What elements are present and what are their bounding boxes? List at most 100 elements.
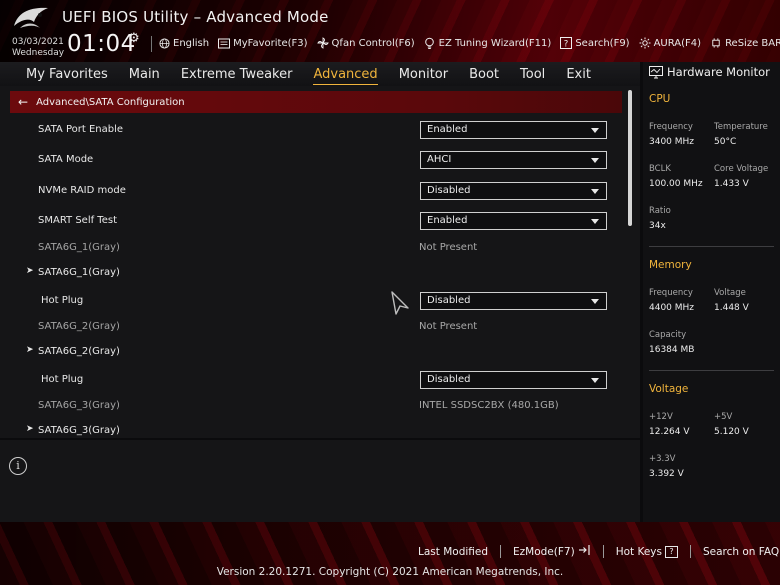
- back-arrow-icon[interactable]: ←: [18, 95, 28, 109]
- memory-frequency-label: Frequency: [649, 288, 693, 298]
- hot-plug-1-select[interactable]: Disabled: [420, 292, 607, 310]
- language-button[interactable]: English: [158, 37, 209, 49]
- clock-display[interactable]: 01:04: [67, 31, 136, 57]
- select-value: AHCI: [427, 154, 452, 165]
- footer-links: Last Modified EzMode(F7) Hot Keys ? Sear…: [418, 544, 779, 559]
- gear-icon[interactable]: ⚙: [128, 31, 140, 46]
- cpu-frequency-label: Frequency: [649, 122, 693, 132]
- search-faq-label: Search on FAQ: [702, 545, 780, 558]
- select-value: Enabled: [427, 124, 468, 135]
- resize-bar-button[interactable]: ReSize BAR: [710, 37, 780, 49]
- myfavorite-label: MyFavorite(F3): [233, 37, 308, 49]
- port-status: Not Present: [419, 242, 478, 253]
- chevron-down-icon: [591, 128, 599, 133]
- setting-row-hot-plug-1[interactable]: Hot Plug Disabled: [0, 291, 620, 313]
- hot-keys-button[interactable]: Hot Keys ?: [616, 545, 678, 558]
- scrollbar[interactable]: [628, 90, 632, 226]
- memory-heading: Memory: [649, 259, 692, 271]
- cpu-temperature-value: 50°C: [714, 137, 737, 147]
- memory-voltage-value: 1.448 V: [714, 303, 749, 313]
- setting-label: SMART Self Test: [38, 215, 117, 226]
- capacity-value: 16384 MB: [649, 345, 695, 355]
- memory-frequency-value: 4400 MHz: [649, 303, 695, 313]
- settings-panel: ← Advanced\SATA Configuration SATA Port …: [0, 86, 640, 438]
- bclk-label: BCLK: [649, 164, 671, 174]
- sata-port-enable-select[interactable]: Enabled: [420, 121, 607, 139]
- qfan-control-button[interactable]: Qfan Control(F6): [316, 37, 415, 49]
- aura-icon: [639, 37, 651, 49]
- breadcrumb-path: Advanced\SATA Configuration: [36, 96, 185, 108]
- v12-label: +12V: [649, 412, 673, 422]
- submenu-label: SATA6G_3(Gray): [38, 425, 120, 436]
- last-modified-label: Last Modified: [418, 545, 489, 558]
- ez-tuning-wizard-button[interactable]: EZ Tuning Wizard(F11): [424, 37, 551, 49]
- port-label: SATA6G_1(Gray): [38, 242, 120, 253]
- fan-icon: [316, 37, 329, 49]
- setting-row-nvme-raid-mode[interactable]: NVMe RAID mode Disabled: [0, 181, 620, 203]
- app-title: UEFI BIOS Utility – Advanced Mode: [62, 8, 329, 26]
- core-voltage-value: 1.433 V: [714, 179, 749, 189]
- search-faq-button[interactable]: Search on FAQ: [703, 546, 779, 558]
- submenu-label: SATA6G_2(Gray): [38, 346, 120, 357]
- v12-value: 12.264 V: [649, 427, 690, 437]
- divider: [649, 246, 774, 247]
- select-value: Disabled: [427, 374, 471, 385]
- chevron-right-icon: ➤: [26, 345, 34, 355]
- tab-extreme-tweaker[interactable]: Extreme Tweaker: [181, 67, 293, 82]
- setting-row-sata6g-3-info: SATA6G_3(Gray) INTEL SSDSC2BX (480.1GB): [0, 396, 620, 418]
- date-text: 03/03/2021: [12, 37, 64, 47]
- v5-label: +5V: [714, 412, 733, 422]
- chevron-down-icon: [591, 378, 599, 383]
- capacity-label: Capacity: [649, 330, 687, 340]
- cpu-heading: CPU: [649, 93, 671, 105]
- cpu-temperature-label: Temperature: [714, 122, 768, 132]
- select-value: Enabled: [427, 215, 468, 226]
- setting-row-sata6g-1-info: SATA6G_1(Gray) Not Present: [0, 238, 620, 260]
- tab-monitor[interactable]: Monitor: [399, 67, 448, 82]
- breadcrumb[interactable]: ← Advanced\SATA Configuration: [10, 91, 622, 113]
- tab-advanced[interactable]: Advanced: [313, 67, 378, 85]
- ratio-label: Ratio: [649, 206, 671, 216]
- help-info-panel: i: [0, 440, 640, 522]
- setting-row-hot-plug-2[interactable]: Hot Plug Disabled: [0, 370, 620, 392]
- select-value: Disabled: [427, 295, 471, 306]
- monitor-icon: [649, 65, 663, 78]
- submenu-sata6g-1[interactable]: ➤ SATA6G_1(Gray): [0, 263, 620, 285]
- language-label: English: [173, 37, 210, 49]
- chevron-right-icon: ➤: [26, 424, 34, 434]
- ezmode-button[interactable]: EzMode(F7): [513, 544, 591, 559]
- setting-row-smart-self-test[interactable]: SMART Self Test Enabled: [0, 211, 620, 233]
- tab-main[interactable]: Main: [129, 67, 160, 82]
- toolbar: English MyFavorite(F3) Qfan Control(F6) …: [158, 36, 780, 50]
- date-display: 03/03/2021 Wednesday: [12, 37, 64, 59]
- tab-tool[interactable]: Tool: [520, 67, 545, 82]
- ezmode-label: EzMode(F7): [513, 545, 575, 558]
- tab-my-favorites[interactable]: My Favorites: [26, 67, 108, 82]
- search-icon: ?: [560, 37, 573, 49]
- core-voltage-label: Core Voltage: [714, 164, 769, 174]
- setting-label: SATA Mode: [38, 154, 94, 165]
- weekday-text: Wednesday: [12, 48, 65, 58]
- port-status: Not Present: [419, 321, 478, 332]
- submenu-sata6g-3[interactable]: ➤ SATA6G_3(Gray): [0, 421, 620, 438]
- hot-plug-2-select[interactable]: Disabled: [420, 371, 607, 389]
- myfavorite-button[interactable]: MyFavorite(F3): [218, 37, 308, 49]
- setting-label: Hot Plug: [41, 374, 84, 385]
- search-button[interactable]: ? Search(F9): [560, 37, 630, 49]
- smart-self-test-select[interactable]: Enabled: [420, 212, 607, 230]
- setting-row-sata-port-enable[interactable]: SATA Port Enable Enabled: [0, 120, 620, 142]
- hardware-monitor-panel: Hardware Monitor CPU Frequency Temperatu…: [643, 62, 780, 522]
- tab-exit[interactable]: Exit: [566, 67, 591, 82]
- aura-button[interactable]: AURA(F4): [639, 37, 701, 49]
- last-modified-button[interactable]: Last Modified: [418, 546, 488, 558]
- sata-mode-select[interactable]: AHCI: [420, 151, 607, 169]
- submenu-sata6g-2[interactable]: ➤ SATA6G_2(Gray): [0, 342, 620, 364]
- ratio-value: 34x: [649, 221, 666, 231]
- setting-row-sata-mode[interactable]: SATA Mode AHCI: [0, 150, 620, 172]
- chevron-down-icon: [591, 189, 599, 194]
- cpu-frequency-value: 3400 MHz: [649, 137, 695, 147]
- svg-text:?: ?: [564, 39, 569, 49]
- hardware-monitor-title-text: Hardware Monitor: [667, 65, 770, 79]
- tab-boot[interactable]: Boot: [469, 67, 499, 82]
- nvme-raid-mode-select[interactable]: Disabled: [420, 182, 607, 200]
